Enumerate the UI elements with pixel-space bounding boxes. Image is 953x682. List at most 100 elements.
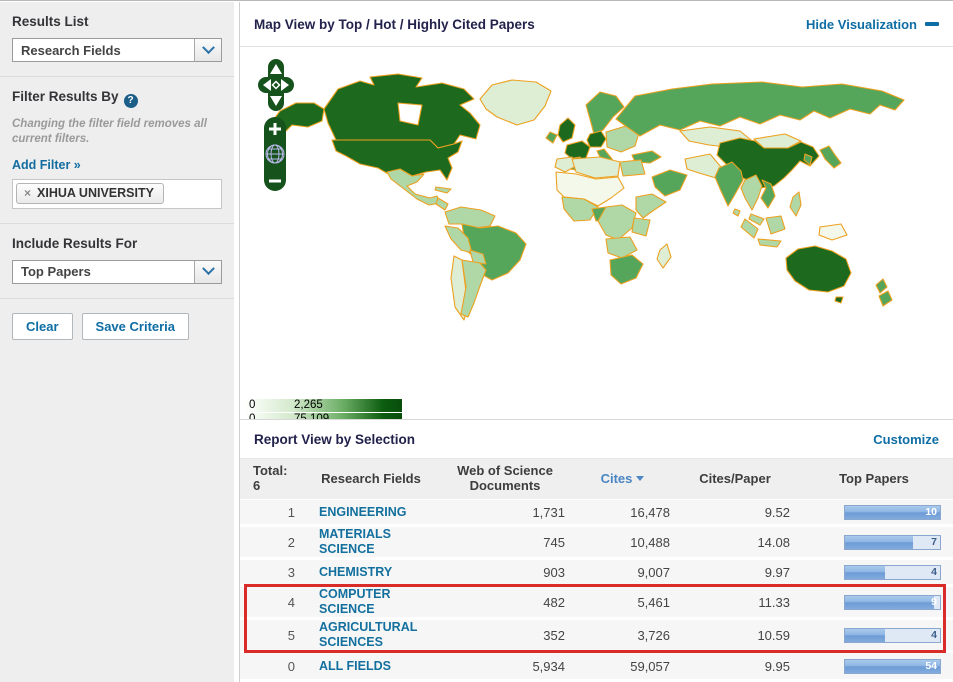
filter-title: Filter Results By? — [12, 89, 222, 108]
country-myanmar-thailand[interactable] — [740, 174, 763, 211]
table-row: 0 ALL FIELDS 5,934 59,057 9.95 54 — [240, 653, 953, 679]
country-south-africa[interactable] — [609, 254, 644, 285]
legend-min: 0 — [249, 413, 256, 419]
top-papers-bar-cell: 4 — [795, 564, 953, 580]
top-papers-value: 9 — [931, 596, 937, 608]
top-papers-bar[interactable]: 9 — [844, 594, 941, 610]
country-borneo[interactable] — [765, 215, 786, 235]
cites-per-paper-value: 9.52 — [764, 504, 790, 520]
country-saudi-arabia[interactable] — [651, 169, 688, 197]
zoom-control — [264, 117, 286, 191]
country-new-guinea[interactable] — [818, 223, 848, 241]
country-japan[interactable] — [819, 145, 842, 169]
country-tasmania[interactable] — [834, 296, 844, 304]
country-greenland[interactable] — [479, 79, 552, 126]
results-list-section: Results List Research Fields — [0, 2, 234, 77]
table-row: 3 CHEMISTRY 903 9,007 9.97 4 — [240, 560, 953, 584]
table-body: 1 ENGINEERING 1,731 16,478 9.52 10 2 MATERIALS … — [240, 499, 953, 679]
save-criteria-button[interactable]: Save Criteria — [81, 312, 190, 340]
country-australia[interactable] — [785, 245, 852, 293]
country-uk[interactable] — [557, 117, 576, 143]
research-field-link[interactable]: ALL FIELDS — [319, 659, 391, 674]
dropdown-button[interactable] — [194, 39, 221, 61]
country-madagascar[interactable] — [656, 243, 672, 269]
top-papers-bar[interactable]: 7 — [844, 534, 941, 550]
country-java[interactable] — [757, 238, 782, 248]
country-central-america[interactable] — [435, 197, 449, 211]
country-horn-of-africa[interactable] — [635, 193, 667, 219]
column-cites-sort[interactable]: Cites — [570, 471, 675, 487]
table-row: 2 MATERIALS SCIENCE 745 10,488 14.08 7 — [240, 527, 953, 557]
country-cuba[interactable] — [434, 186, 452, 194]
research-field-link[interactable]: MATERIALS SCIENCE — [319, 527, 424, 557]
filter-note: Changing the filter field removes all cu… — [12, 117, 207, 146]
country-new-zealand-south[interactable] — [878, 290, 893, 307]
bar-fill — [845, 565, 885, 579]
dropdown-button[interactable] — [194, 260, 221, 283]
legend-scale-row: 0 75,109 — [246, 413, 402, 419]
row-rank: 1 — [287, 504, 295, 520]
cites-value: 5,461 — [637, 594, 670, 610]
country-india[interactable] — [714, 161, 744, 207]
include-results-dropdown[interactable]: Top Papers — [12, 259, 222, 284]
top-papers-bar[interactable]: 10 — [844, 504, 941, 520]
country-new-zealand-north[interactable] — [875, 278, 888, 294]
table-header: Total: 6 Research Fields Web of Science … — [240, 459, 953, 499]
country-scandinavia[interactable] — [585, 91, 625, 135]
report-header-bar: Report View by Selection Customize — [240, 419, 953, 459]
map-controls[interactable] — [256, 59, 296, 195]
top-papers-bar[interactable]: 4 — [844, 627, 941, 643]
column-top-papers: Top Papers — [839, 470, 909, 486]
clear-button[interactable]: Clear — [12, 312, 73, 340]
add-filter-link[interactable]: Add Filter » — [12, 158, 81, 172]
wos-documents-value: 1,731 — [532, 504, 565, 520]
wos-documents-value: 482 — [543, 594, 565, 610]
filter-tag[interactable]: × XIHUA UNIVERSITY — [16, 182, 164, 204]
top-papers-bar-cell: 7 — [795, 534, 953, 550]
world-map-area[interactable]: 0 2,265 0 75,109 — [240, 47, 953, 419]
research-field-link[interactable]: CHEMISTRY — [319, 565, 392, 580]
top-papers-bar-cell: 4 — [795, 627, 953, 643]
results-list-title: Results List — [12, 14, 89, 29]
country-russia[interactable] — [615, 81, 905, 137]
column-cites-per-paper: Cites/Paper — [699, 470, 771, 486]
choropleth-world-map[interactable] — [240, 47, 953, 419]
bar-fill — [845, 595, 935, 609]
hide-visualization-link[interactable]: Hide Visualization — [806, 17, 939, 32]
research-field-link[interactable]: COMPUTER SCIENCE — [319, 587, 424, 617]
map-legend: 0 2,265 0 75,109 — [246, 398, 402, 419]
customize-link[interactable]: Customize — [873, 432, 939, 447]
results-list-dropdown[interactable]: Research Fields — [12, 38, 222, 62]
row-rank: 4 — [287, 594, 295, 610]
table-row: 1 ENGINEERING 1,731 16,478 9.52 10 — [240, 500, 953, 524]
help-icon[interactable]: ? — [123, 93, 138, 108]
country-ireland[interactable] — [545, 131, 558, 144]
main-panel: Map View by Top / Hot / Highly Cited Pap… — [239, 2, 953, 682]
research-field-link[interactable]: ENGINEERING — [319, 505, 407, 520]
country-canada[interactable] — [323, 73, 481, 149]
country-colombia-venezuela[interactable] — [444, 206, 496, 229]
row-rank: 2 — [287, 534, 295, 550]
country-egypt[interactable] — [619, 159, 646, 177]
table-row: 4 COMPUTER SCIENCE 482 5,461 11.33 9 — [240, 587, 953, 617]
country-east-africa[interactable] — [631, 217, 651, 237]
row-rank: 0 — [287, 658, 295, 674]
country-central-africa[interactable] — [597, 204, 637, 241]
top-papers-value: 4 — [931, 629, 937, 641]
column-research-fields: Research Fields — [321, 470, 421, 486]
row-rank: 3 — [287, 564, 295, 580]
sort-desc-icon — [636, 475, 645, 481]
legend-max: 2,265 — [294, 399, 323, 411]
top-papers-bar[interactable]: 54 — [844, 658, 941, 674]
country-germany[interactable] — [586, 130, 607, 148]
country-sri-lanka[interactable] — [732, 208, 741, 217]
top-papers-value: 10 — [925, 506, 937, 518]
country-philippines[interactable] — [789, 191, 802, 217]
research-field-link[interactable]: AGRICULTURAL SCIENCES — [319, 620, 424, 650]
top-papers-bar[interactable]: 4 — [844, 564, 941, 580]
report-view-title: Report View by Selection — [254, 431, 416, 447]
remove-filter-icon[interactable]: × — [24, 186, 31, 200]
wos-documents-value: 903 — [543, 564, 565, 580]
include-results-dropdown-value: Top Papers — [21, 264, 91, 280]
row-rank: 5 — [287, 627, 295, 643]
